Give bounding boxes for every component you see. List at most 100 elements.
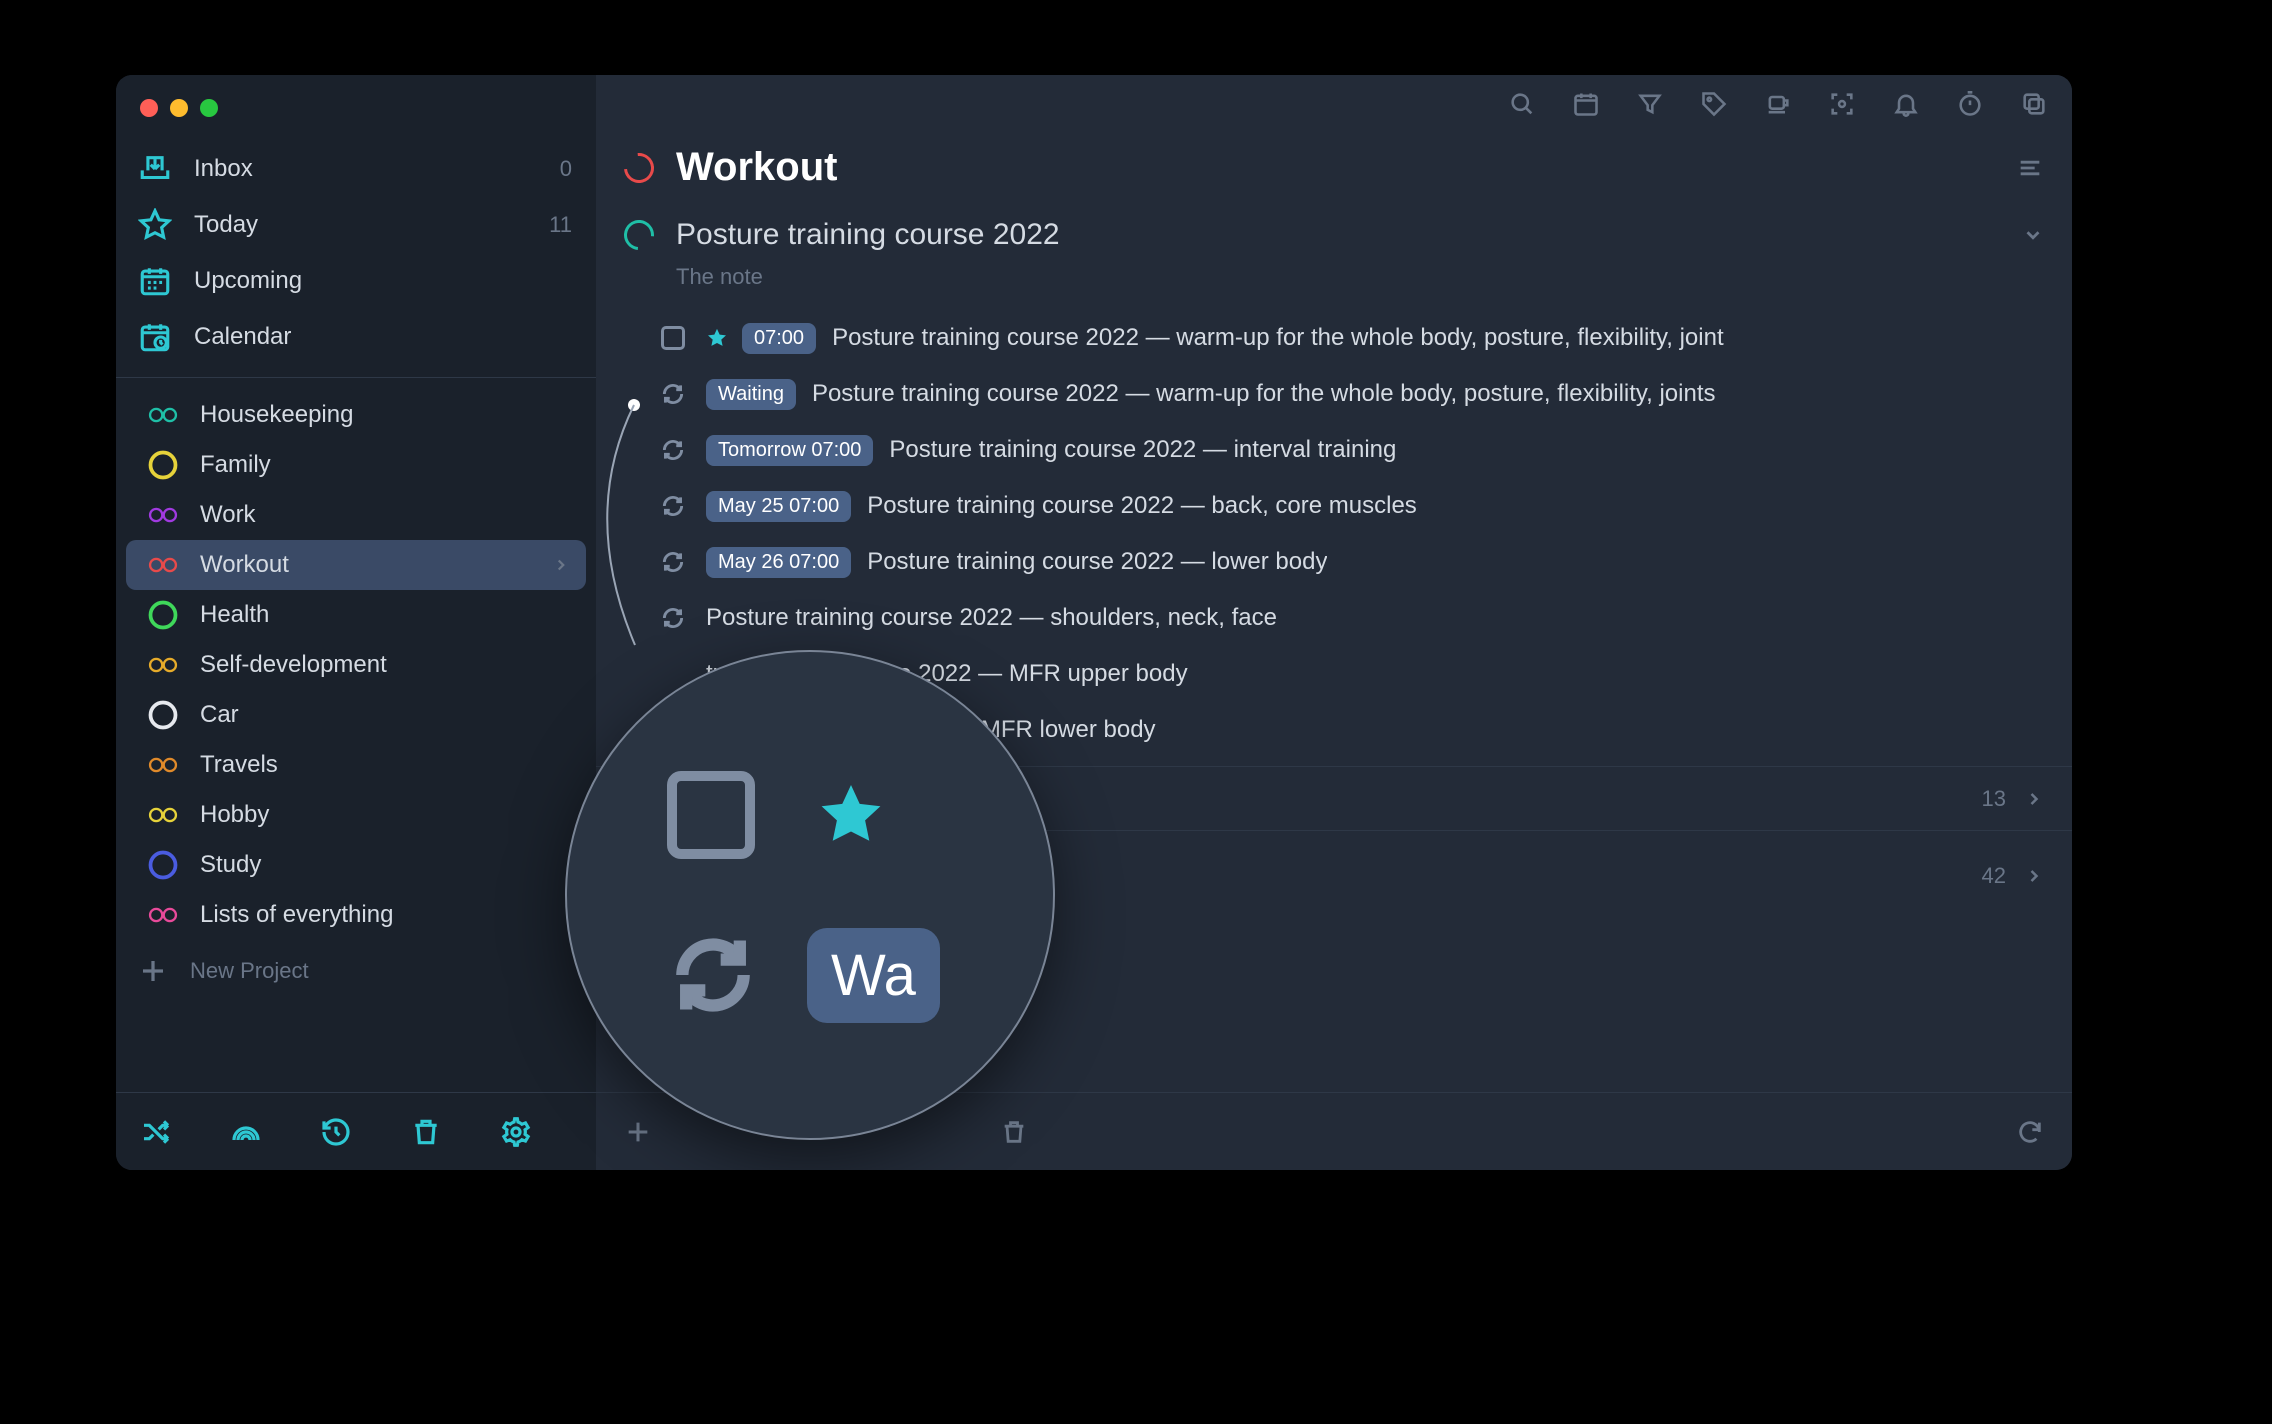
recurring-icon xyxy=(660,437,686,463)
header-menu-icon[interactable] xyxy=(2016,154,2044,182)
task-badge: Tomorrow 07:00 xyxy=(706,435,873,466)
project-label: Health xyxy=(200,601,269,629)
task-indicator xyxy=(656,549,690,575)
task-label: Posture training course 2022 — interval … xyxy=(889,436,1396,464)
sidebar-nav-label: Upcoming xyxy=(194,267,302,295)
sidebar-project-workout[interactable]: Workout xyxy=(126,540,586,590)
search-icon[interactable] xyxy=(1508,90,1536,118)
chevron-down-icon[interactable] xyxy=(2022,224,2044,246)
task-indicator xyxy=(656,437,690,463)
task-label: Posture training course 2022 — warm-up f… xyxy=(832,324,1724,352)
project-label: Workout xyxy=(200,551,289,579)
project-ring-icon xyxy=(148,500,178,530)
recurring-icon xyxy=(660,381,686,407)
task-row[interactable]: May 26 07:00 Posture training course 202… xyxy=(656,534,2072,590)
collapsed-section-1[interactable]: 13 xyxy=(596,766,2072,830)
page-header: Workout xyxy=(596,133,2072,214)
task-label: Posture training course 2022 — warm-up f… xyxy=(812,380,1716,408)
task-row[interactable]: e training course 2022 — MFR lower body xyxy=(656,702,2072,758)
project-label: Family xyxy=(200,451,271,479)
sidebar-nav-upcoming[interactable]: Upcoming xyxy=(116,253,596,309)
sidebar-project-family[interactable]: Family xyxy=(126,440,586,490)
sidebar-nav-today[interactable]: Today 11 xyxy=(116,197,596,253)
rainbow-icon[interactable] xyxy=(230,1116,262,1148)
app-window: Inbox 0 Today 11 Upcoming Calendar House… xyxy=(116,75,2072,1170)
task-badge: 07:00 xyxy=(742,323,816,354)
project-label: Self-development xyxy=(200,651,387,679)
collapsed-count: 42 xyxy=(1982,863,2006,889)
collapsed-count: 13 xyxy=(1982,786,2006,812)
task-indicator xyxy=(656,326,690,350)
bell-icon[interactable] xyxy=(1892,90,1920,118)
shuffle-icon[interactable] xyxy=(140,1116,172,1148)
tag-icon[interactable] xyxy=(1700,90,1728,118)
sidebar-nav-inbox[interactable]: Inbox 0 xyxy=(116,141,596,197)
project-label: Work xyxy=(200,501,256,529)
chevron-right-icon xyxy=(2024,866,2044,886)
sidebar-project-lists-of-everything[interactable]: Lists of everything xyxy=(126,890,586,940)
task-indicator xyxy=(656,493,690,519)
task-label: Posture training course 2022 — lower bod… xyxy=(867,548,1327,576)
task-row[interactable]: ture training course 2022 — MFR upper bo… xyxy=(656,646,2072,702)
gear-icon[interactable] xyxy=(500,1116,532,1148)
copy-icon[interactable] xyxy=(2020,90,2048,118)
sidebar-project-housekeeping[interactable]: Housekeeping xyxy=(126,390,586,440)
task-indicator xyxy=(656,381,690,407)
task-badge: May 25 07:00 xyxy=(706,491,851,522)
sidebar-project-health[interactable]: Health xyxy=(126,590,586,640)
sidebar-project-study[interactable]: Study xyxy=(126,840,586,890)
window-traffic-lights xyxy=(140,99,218,117)
page-title: Workout xyxy=(676,145,837,190)
recurring-icon xyxy=(660,549,686,575)
section-note: The note xyxy=(596,256,2072,302)
task-label: Posture training course 2022 — back, cor… xyxy=(867,492,1417,520)
project-label: Housekeeping xyxy=(200,401,353,429)
filter-icon[interactable] xyxy=(1636,90,1664,118)
task-indicator xyxy=(656,605,690,631)
window-minimize-button[interactable] xyxy=(170,99,188,117)
star-icon xyxy=(138,208,172,242)
section-circle-icon xyxy=(618,214,660,256)
project-ring-icon xyxy=(148,900,178,930)
timer-icon[interactable] xyxy=(1956,90,1984,118)
collapsed-title: n 10 km, 2022, August 30 xyxy=(676,859,1016,893)
project-circle-icon xyxy=(618,146,660,188)
task-row[interactable]: Tomorrow 07:00 Posture training course 2… xyxy=(656,422,2072,478)
sidebar-project-hobby[interactable]: Hobby xyxy=(126,790,586,840)
sync-icon[interactable] xyxy=(2016,1118,2044,1146)
task-badge: Waiting xyxy=(706,379,796,410)
sidebar-nav-label: Today xyxy=(194,211,258,239)
sidebar-new-project[interactable]: New Project xyxy=(116,946,596,996)
project-ring-icon xyxy=(148,650,178,680)
sidebar-project-car[interactable]: Car xyxy=(126,690,586,740)
project-ring-icon xyxy=(148,850,178,880)
trash-icon[interactable] xyxy=(1000,1118,1028,1146)
sidebar-project-travels[interactable]: Travels xyxy=(126,740,586,790)
sidebar-projects: Housekeeping Family Work Workout Health … xyxy=(116,390,596,940)
project-ring-icon xyxy=(148,600,178,630)
project-label: Car xyxy=(200,701,239,729)
collapsed-section-2[interactable]: n 10 km, 2022, August 30 42 xyxy=(596,830,2072,920)
calendar-icon[interactable] xyxy=(1572,90,1600,118)
history-icon[interactable] xyxy=(320,1116,352,1148)
window-close-button[interactable] xyxy=(140,99,158,117)
toolbar xyxy=(596,75,2072,133)
task-row[interactable]: 07:00 Posture training course 2022 — war… xyxy=(656,310,2072,366)
plus-icon[interactable] xyxy=(624,1118,652,1146)
focus-icon[interactable] xyxy=(1828,90,1856,118)
sidebar-nav-calendar[interactable]: Calendar xyxy=(116,309,596,365)
trash-icon[interactable] xyxy=(410,1116,442,1148)
sidebar-project-work[interactable]: Work xyxy=(126,490,586,540)
checkbox-icon[interactable] xyxy=(661,326,685,350)
task-row[interactable]: Waiting Posture training course 2022 — w… xyxy=(656,366,2072,422)
sidebar-project-self-development[interactable]: Self-development xyxy=(126,640,586,690)
task-row[interactable]: May 25 07:00 Posture training course 202… xyxy=(656,478,2072,534)
project-ring-icon xyxy=(148,550,178,580)
sidebar: Inbox 0 Today 11 Upcoming Calendar House… xyxy=(116,75,596,1170)
project-ring-icon xyxy=(148,400,178,430)
cup-icon[interactable] xyxy=(1764,90,1792,118)
task-row[interactable]: Posture training course 2022 — shoulders… xyxy=(656,590,2072,646)
section-header[interactable]: Posture training course 2022 xyxy=(596,214,2072,256)
window-fullscreen-button[interactable] xyxy=(200,99,218,117)
new-project-label: New Project xyxy=(190,958,309,984)
